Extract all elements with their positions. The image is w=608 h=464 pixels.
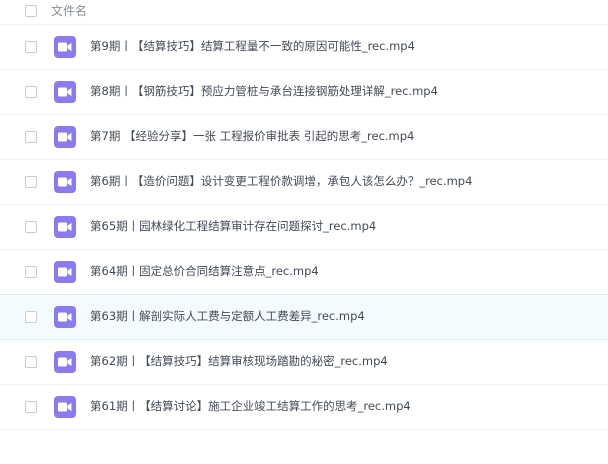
file-checkbox[interactable] [25, 86, 37, 98]
select-all-checkbox[interactable] [25, 5, 37, 17]
file-name[interactable]: 第65期丨园林绿化工程结算审计存在问题探讨_rec.mp4 [90, 219, 376, 234]
video-file-icon [54, 261, 76, 283]
video-file-icon [54, 351, 76, 373]
file-row[interactable]: 第8期丨【钢筋技巧】预应力管桩与承台连接钢筋处理详解_rec.mp4 [0, 70, 608, 115]
file-name[interactable]: 第9期丨【结算技巧】结算工程量不一致的原因可能性_rec.mp4 [90, 39, 415, 54]
file-name[interactable]: 第8期丨【钢筋技巧】预应力管桩与承台连接钢筋处理详解_rec.mp4 [90, 84, 438, 99]
video-file-icon [54, 171, 76, 193]
video-file-icon [54, 306, 76, 328]
file-checkbox[interactable] [25, 401, 37, 413]
file-checkbox[interactable] [25, 221, 37, 233]
file-row[interactable]: 第63期丨解剖实际人工费与定额人工费差异_rec.mp4 [0, 294, 608, 340]
file-name[interactable]: 第63期丨解剖实际人工费与定额人工费差异_rec.mp4 [90, 309, 365, 324]
video-file-icon [54, 81, 76, 103]
file-checkbox[interactable] [25, 311, 37, 323]
video-file-icon [54, 216, 76, 238]
file-name[interactable]: 第6期丨【造价问题】设计变更工程价款调增，承包人该怎么办？_rec.mp4 [90, 174, 472, 189]
file-checkbox[interactable] [25, 356, 37, 368]
file-row[interactable]: 第9期丨【结算技巧】结算工程量不一致的原因可能性_rec.mp4 [0, 25, 608, 70]
file-checkbox[interactable] [25, 41, 37, 53]
video-file-icon [54, 36, 76, 58]
file-name[interactable]: 第64期丨固定总价合同结算注意点_rec.mp4 [90, 264, 319, 279]
file-list: 文件名 第9期丨【结算技巧】结算工程量不一致的原因可能性_rec.mp4 第8期… [0, 0, 608, 430]
file-row[interactable]: 第64期丨固定总价合同结算注意点_rec.mp4 [0, 250, 608, 295]
file-row[interactable]: 第61期丨【结算讨论】施工企业竣工结算工作的思考_rec.mp4 [0, 385, 608, 430]
file-row[interactable]: 第65期丨园林绿化工程结算审计存在问题探讨_rec.mp4 [0, 205, 608, 250]
column-header-filename[interactable]: 文件名 [51, 4, 87, 18]
file-list-header: 文件名 [0, 0, 608, 25]
file-name[interactable]: 第61期丨【结算讨论】施工企业竣工结算工作的思考_rec.mp4 [90, 399, 411, 414]
file-row[interactable]: 第7期 【经验分享】一张 工程报价审批表 引起的思考_rec.mp4 [0, 115, 608, 160]
file-checkbox[interactable] [25, 131, 37, 143]
video-file-icon [54, 126, 76, 148]
file-checkbox[interactable] [25, 176, 37, 188]
file-name[interactable]: 第62期丨【结算技巧】结算审核现场踏勘的秘密_rec.mp4 [90, 354, 388, 369]
file-row[interactable]: 第6期丨【造价问题】设计变更工程价款调增，承包人该怎么办？_rec.mp4 [0, 160, 608, 205]
file-row[interactable]: 第62期丨【结算技巧】结算审核现场踏勘的秘密_rec.mp4 [0, 340, 608, 385]
file-checkbox[interactable] [25, 266, 37, 278]
video-file-icon [54, 396, 76, 418]
file-name[interactable]: 第7期 【经验分享】一张 工程报价审批表 引起的思考_rec.mp4 [90, 129, 414, 144]
